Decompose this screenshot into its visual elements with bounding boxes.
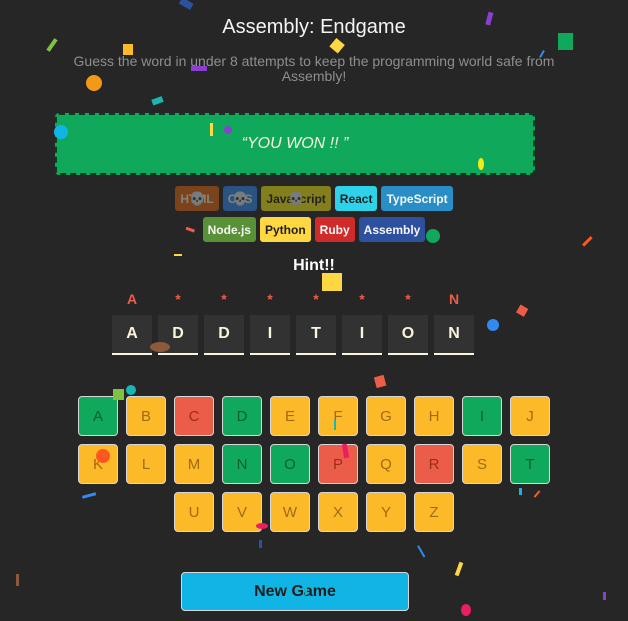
language-chip-typescript: TypeScript [381,186,453,211]
key-j[interactable]: J [510,396,550,436]
language-chip-label: React [339,191,373,206]
language-chip-react: React [334,186,378,211]
key-i[interactable]: I [462,396,502,436]
word-letter: I [250,315,290,355]
key-c[interactable]: C [174,396,214,436]
keyboard-row: ABCDEFGHIJ [0,396,628,436]
language-chip-label: TypeScript [386,191,448,206]
new-game-button[interactable]: New Game [181,572,409,611]
hint-mark: A [126,291,138,307]
hint-mark: N [448,291,460,307]
hint-marks: A * * * * * * N [112,291,474,307]
key-n[interactable]: N [222,444,262,484]
word-letter: O [388,315,428,355]
hint-mark: * [175,291,181,307]
word-letter: A [112,315,152,355]
key-s[interactable]: S [462,444,502,484]
word-letter: T [296,315,336,355]
language-chips-row-2: Node.js Python Ruby Assembly [0,217,628,242]
language-chip-label: Assembly [363,222,421,237]
word-letter: N [434,315,474,355]
language-chip-label: Ruby [319,222,350,237]
hint-label: Hint!! [293,257,335,274]
skull-icon: 💀 [288,190,305,206]
key-r[interactable]: R [414,444,454,484]
language-chip-node-js: Node.js [202,217,256,242]
language-chip-ruby: Ruby [314,217,355,242]
language-chip-python: Python [259,217,311,242]
confetti-piece [487,319,499,331]
confetti-piece [178,0,194,10]
key-g[interactable]: G [366,396,406,436]
confetti-piece [174,254,182,256]
hint-mark: * [267,291,273,307]
confetti-piece [461,604,471,616]
language-chip-css: CSS 💀 [222,186,258,211]
key-x[interactable]: X [318,492,358,532]
language-chip-javascript: Javascript 💀 [261,186,331,211]
word-letter: I [342,315,382,355]
language-chip-label: Node.js [207,222,251,237]
confetti-piece [16,574,19,586]
key-m[interactable]: M [174,444,214,484]
key-h[interactable]: H [414,396,454,436]
game-status-banner: “YOU WON !! ” [55,113,535,175]
key-d[interactable]: D [222,396,262,436]
key-p[interactable]: P [318,444,358,484]
language-chip-assembly: Assembly [358,217,426,242]
confetti-piece [322,273,342,291]
key-l[interactable]: L [126,444,166,484]
word-letter: D [204,315,244,355]
hint-mark: * [405,291,411,307]
key-e[interactable]: E [270,396,310,436]
game-title: Assembly: Endgame [222,16,406,38]
key-w[interactable]: W [270,492,310,532]
confetti-piece [151,96,164,106]
confetti-piece [603,592,606,600]
key-a[interactable]: A [78,396,118,436]
key-q[interactable]: Q [366,444,406,484]
confetti-piece [46,38,58,52]
key-y[interactable]: Y [366,492,406,532]
language-chip-label: Python [264,222,306,237]
key-k[interactable]: K [78,444,118,484]
key-o[interactable]: O [270,444,310,484]
confetti-piece [417,545,426,558]
key-v[interactable]: V [222,492,262,532]
language-chip-html: HTML 💀 [175,186,219,211]
word-display: ADDITION [112,315,474,355]
hint-mark: * [313,291,319,307]
key-z[interactable]: Z [414,492,454,532]
confetti-piece [126,385,136,395]
keyboard-row: UVWXYZ [0,492,628,532]
status-message: “YOU WON !! ” [241,135,349,152]
confetti-piece [373,374,387,389]
confetti-piece [329,37,345,54]
word-letter: D [158,315,198,355]
skull-icon: 💀 [231,190,249,206]
confetti-piece [454,561,464,577]
language-chips-row-1: HTML 💀 CSS 💀 Javascript 💀 React TypeScript [0,186,628,211]
game-subtitle: Guess the word in under 8 attempts to ke… [73,53,555,84]
hint-mark: * [221,291,227,307]
key-t[interactable]: T [510,444,550,484]
key-u[interactable]: U [174,492,214,532]
hint-mark: * [359,291,365,307]
confetti-piece [259,540,262,548]
keyboard: ABCDEFGHIJ KLMNOPQRST UVWXYZ [0,396,628,540]
confetti-piece [516,304,529,317]
keyboard-row: KLMNOPQRST [0,444,628,484]
key-f[interactable]: F [318,396,358,436]
key-b[interactable]: B [126,396,166,436]
skull-icon: 💀 [188,190,206,206]
